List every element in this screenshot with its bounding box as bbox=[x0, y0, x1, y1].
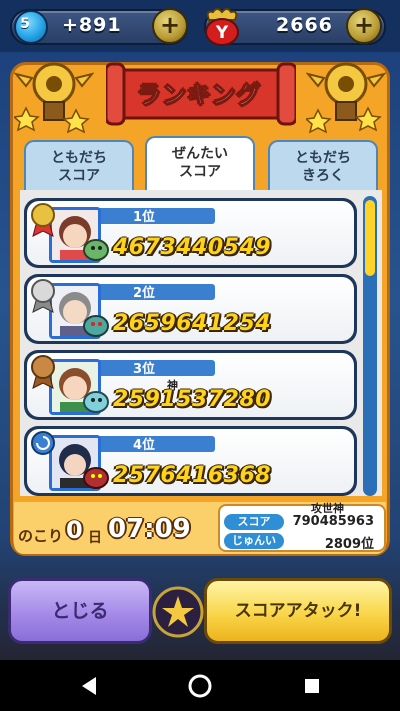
ranking-row-card: 1位 4673440549 bbox=[27, 201, 354, 265]
ranking-row-3[interactable]: 3位 神 2591537280 bbox=[24, 350, 357, 420]
my-score-value: 790485963 bbox=[292, 514, 374, 529]
my-rank-tag: じゅんい bbox=[224, 533, 284, 549]
svg-text:Y: Y bbox=[215, 23, 229, 43]
yokai-badge-icon bbox=[83, 239, 109, 261]
ranking-row-2[interactable]: 2位 2659641254 bbox=[24, 274, 357, 344]
back-icon[interactable] bbox=[76, 672, 104, 700]
close-button[interactable]: とじる bbox=[8, 578, 152, 644]
yokai-badge-icon bbox=[83, 467, 109, 489]
tab-overall-score[interactable]: ぜんたい スコア bbox=[145, 136, 255, 192]
system-nav-bar bbox=[0, 660, 400, 711]
tab-label-line2: スコア bbox=[179, 164, 221, 180]
gold-medal-icon bbox=[31, 203, 55, 237]
right-trophy-icon bbox=[306, 62, 386, 134]
tab-label-line1: ぜんたい bbox=[172, 146, 228, 162]
ranking-row-card: 2位 2659641254 bbox=[27, 277, 354, 341]
rank-label: 1位 bbox=[132, 210, 156, 225]
tab-friends-record[interactable]: ともだち きろく bbox=[268, 140, 378, 192]
page-title: ランキング bbox=[136, 81, 262, 110]
remaining-time: 07:09 bbox=[108, 514, 191, 544]
ranking-scrollbar[interactable] bbox=[363, 196, 377, 496]
remaining-label: のこり bbox=[18, 527, 64, 545]
ranking-row-card: 3位 神 2591537280 bbox=[27, 353, 354, 417]
tab-label-line1: ともだち bbox=[51, 150, 107, 166]
blue-swirl-icon bbox=[31, 431, 55, 455]
yokai-badge-icon bbox=[83, 315, 109, 337]
my-score-tag: スコア bbox=[224, 514, 284, 530]
gem-count: +891 bbox=[62, 14, 122, 36]
rank-label: 3位 bbox=[132, 362, 156, 377]
ranking-row-card: 4位 2576416368 bbox=[27, 429, 354, 493]
tab-label-line2: スコア bbox=[58, 168, 100, 184]
day-unit-label: 日 bbox=[88, 530, 102, 546]
my-rank-value: 2809位 bbox=[324, 537, 374, 552]
score-value: 2659641254 bbox=[113, 311, 272, 336]
home-icon[interactable] bbox=[186, 672, 214, 700]
ranking-row-1[interactable]: 1位 4673440549 bbox=[24, 198, 357, 268]
watch-level-label: 5 bbox=[20, 16, 30, 32]
silver-medal-icon bbox=[31, 279, 55, 313]
ranking-row-4[interactable]: 4位 2576416368 bbox=[24, 426, 357, 496]
tab-friends-score[interactable]: ともだち スコア bbox=[24, 140, 134, 192]
my-player-name: 攻世神 bbox=[311, 502, 344, 515]
left-trophy-icon bbox=[14, 62, 94, 134]
ranking-emblem-icon bbox=[152, 586, 204, 638]
score-value: 2576416368 bbox=[113, 463, 272, 488]
score-value: 2591537280 bbox=[113, 387, 272, 412]
y-money-icon: Y bbox=[205, 8, 239, 46]
score-value: 4673440549 bbox=[113, 235, 272, 260]
ranking-list[interactable]: 1位 4673440549 2位 2659641254 3位 神 2591537… bbox=[20, 190, 382, 496]
add-gems-button[interactable]: + bbox=[152, 8, 188, 44]
tab-label-line1: ともだち bbox=[295, 150, 351, 166]
recents-icon[interactable] bbox=[298, 672, 326, 700]
bronze-medal-icon bbox=[31, 355, 55, 389]
tab-label-line2: きろく bbox=[302, 168, 344, 184]
scrollbar-thumb[interactable] bbox=[365, 200, 375, 276]
remaining-days: 0 bbox=[66, 516, 83, 544]
yokai-badge-icon bbox=[83, 391, 109, 413]
add-coins-button[interactable]: + bbox=[346, 8, 382, 44]
rank-label: 4位 bbox=[132, 438, 156, 453]
coin-count: 2666 bbox=[276, 14, 333, 36]
score-attack-button[interactable]: スコアアタック! bbox=[204, 578, 392, 644]
rank-label: 2位 bbox=[132, 286, 156, 301]
